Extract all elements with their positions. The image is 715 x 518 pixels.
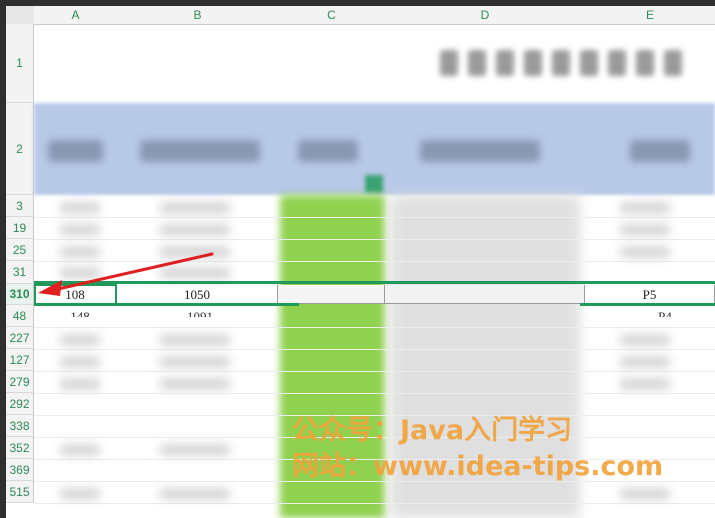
row-header-352[interactable]: 352 bbox=[6, 437, 34, 459]
filter-dropdown-icon[interactable] bbox=[365, 175, 383, 193]
blurred-cell bbox=[60, 335, 100, 345]
blurred-header-c bbox=[298, 140, 358, 162]
blurred-cell bbox=[160, 379, 230, 389]
blurred-cell bbox=[160, 357, 230, 367]
blurred-header-b bbox=[140, 140, 260, 162]
blurred-cell bbox=[60, 203, 100, 213]
partial-cell-b: 1091 bbox=[187, 309, 213, 317]
blurred-cell bbox=[60, 268, 100, 278]
cell-c310[interactable] bbox=[278, 285, 385, 304]
row-header-19[interactable]: 19 bbox=[6, 217, 34, 239]
row-header-310[interactable]: 310 bbox=[6, 284, 34, 305]
blurred-cell bbox=[160, 203, 230, 213]
blurred-cell bbox=[620, 247, 670, 257]
column-header-b[interactable]: B bbox=[117, 6, 279, 25]
blurred-cell bbox=[60, 489, 100, 499]
blurred-header-a bbox=[48, 140, 103, 162]
blurred-cell bbox=[160, 247, 230, 257]
cell-b310[interactable]: 1050 bbox=[117, 285, 278, 304]
column-header-e[interactable]: E bbox=[585, 6, 715, 25]
blurred-cell bbox=[620, 489, 670, 499]
blurred-header-d bbox=[420, 140, 540, 162]
selection-border-top bbox=[34, 281, 715, 284]
blurred-cell bbox=[620, 203, 670, 213]
column-header-c[interactable]: C bbox=[278, 6, 386, 25]
row-header-279[interactable]: 279 bbox=[6, 371, 34, 393]
row-header-338[interactable]: 338 bbox=[6, 415, 34, 437]
partial-cell-a: 148 bbox=[70, 309, 90, 317]
blurred-cell bbox=[620, 335, 670, 345]
blurred-cell bbox=[160, 489, 230, 499]
selection-border-bottom-right bbox=[580, 303, 715, 306]
blurred-cell bbox=[160, 445, 230, 455]
row-header-3[interactable]: 3 bbox=[6, 195, 34, 217]
row-header-515[interactable]: 515 bbox=[6, 481, 34, 503]
row-header-2[interactable]: 2 bbox=[6, 103, 34, 195]
blurred-cell bbox=[60, 247, 100, 257]
partial-cell-e: P4 bbox=[658, 309, 672, 317]
blurred-cell bbox=[160, 268, 230, 278]
cell-d310[interactable] bbox=[385, 285, 585, 304]
column-header-a[interactable]: A bbox=[34, 6, 118, 25]
blurred-cell bbox=[60, 445, 100, 455]
row-header-127[interactable]: 127 bbox=[6, 349, 34, 371]
blurred-cell bbox=[160, 225, 230, 235]
blurred-cell bbox=[620, 379, 670, 389]
blurred-cell bbox=[620, 357, 670, 367]
row-header-31[interactable]: 31 bbox=[6, 261, 34, 284]
row-header-227[interactable]: 227 bbox=[6, 327, 34, 349]
row-header-292[interactable]: 292 bbox=[6, 393, 34, 415]
blurred-cell bbox=[620, 225, 670, 235]
blurred-cell bbox=[60, 225, 100, 235]
blurred-cell bbox=[160, 335, 230, 345]
row-header-1[interactable]: 1 bbox=[6, 24, 34, 103]
blurred-title bbox=[440, 50, 715, 84]
row-header-369[interactable]: 369 bbox=[6, 459, 34, 481]
active-cell-outline[interactable] bbox=[34, 284, 117, 305]
selected-row[interactable]: 108 1050 P5 bbox=[34, 285, 715, 304]
watermark-line-1: 公众号：Java入门学习 bbox=[292, 415, 573, 446]
blurred-cell bbox=[60, 379, 100, 389]
blurred-header-e bbox=[630, 140, 690, 162]
spreadsheet: A B C D E 1 2 3 19 25 31 310 48 227 127 … bbox=[0, 0, 715, 518]
select-all-corner[interactable] bbox=[6, 6, 35, 25]
column-header-d[interactable]: D bbox=[385, 6, 586, 25]
cell-e310[interactable]: P5 bbox=[585, 285, 715, 304]
row-header-25[interactable]: 25 bbox=[6, 239, 34, 261]
watermark-line-2: 网站：www.idea-tips.com bbox=[292, 451, 664, 482]
row-header-48[interactable]: 48 bbox=[6, 305, 34, 327]
blurred-cell bbox=[60, 357, 100, 367]
